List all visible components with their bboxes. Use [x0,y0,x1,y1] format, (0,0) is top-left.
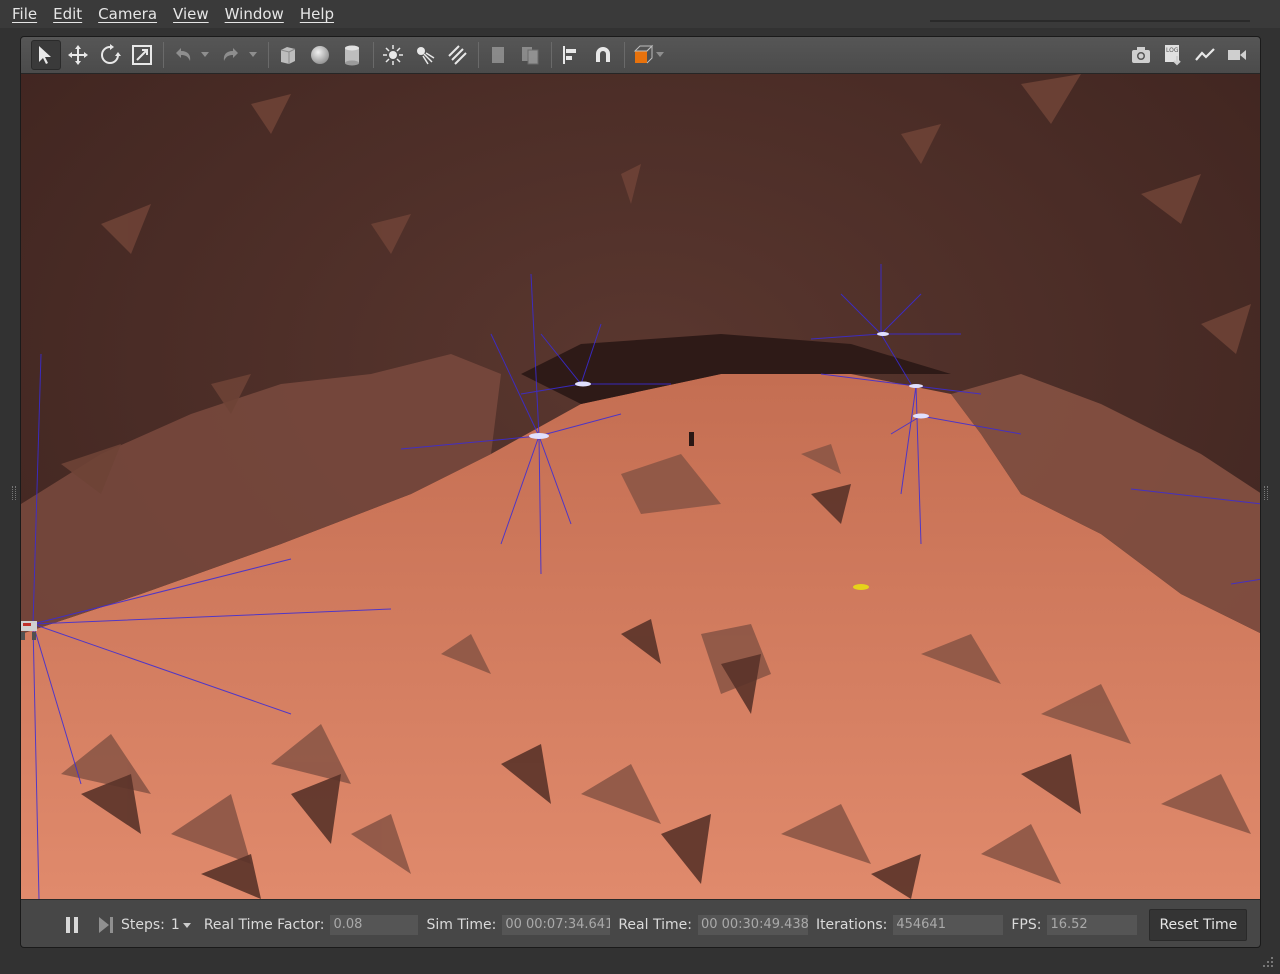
yellow-marker [853,584,869,590]
video-record-icon [1228,50,1246,60]
pause-button[interactable] [59,912,85,938]
view-angle-dropdown[interactable] [655,40,665,70]
toolbar-separator [478,42,479,68]
real-time-factor-value: 0.08 [330,914,419,935]
cylinder-shape-icon [345,45,359,66]
redo-history-dropdown[interactable] [248,40,258,70]
camera-icon [1132,47,1150,63]
scale-mode-button[interactable] [127,40,157,70]
select-icon [39,46,51,64]
pause-icon [66,916,78,933]
view-angle-icon [633,44,654,64]
rotate-mode-button[interactable] [95,40,125,70]
fps-value: 16.52 [1047,914,1138,935]
real-time-label: Real Time: [618,916,692,933]
menu-window[interactable]: Window [217,0,292,28]
toolbar-right-group: LOG [1126,40,1260,70]
iterations-value: 454641 [893,914,1004,935]
sim-time-value: 00 00:07:34.641 [502,914,611,935]
toolbar-separator [373,42,374,68]
plot-button[interactable] [1190,40,1220,70]
menu-edit[interactable]: Edit [45,0,90,28]
insert-box-button[interactable] [273,40,303,70]
render-window: LOG Steps: 1 Real Time Factor: 0.08 Sim … [20,36,1261,948]
fps-label: FPS: [1011,916,1042,933]
toolbar-separator [163,42,164,68]
cave-scene[interactable] [21,74,1261,899]
iterations-label: Iterations: [815,916,888,933]
right-splitter-handle[interactable] [1264,486,1268,500]
toolbar-separator [624,42,625,68]
reset-time-button[interactable]: Reset Time [1149,908,1248,941]
copy-icon [492,47,504,63]
box-shape-icon [280,47,296,64]
menu-camera[interactable]: Camera [90,0,165,28]
rotate-icon [101,44,121,64]
real-time-factor-label: Real Time Factor: [203,916,325,933]
align-icon [563,46,576,64]
magnet-icon [596,47,610,62]
chevron-down-icon [249,52,257,57]
toolbar-separator [268,42,269,68]
spot-light-icon [417,47,435,65]
undo-history-dropdown[interactable] [200,40,210,70]
sphere-shape-icon [311,46,329,64]
sim-time-label: Sim Time: [426,916,497,933]
toolbar-separator [551,42,552,68]
directional-light-icon [448,45,467,65]
menu-view[interactable]: View [165,0,217,28]
insert-sphere-button[interactable] [305,40,335,70]
copy-button[interactable] [483,40,513,70]
undo-icon [176,48,191,61]
translate-mode-button[interactable] [63,40,93,70]
log-icon-text: LOG [1166,47,1179,54]
undo-button[interactable] [168,40,198,70]
step-button[interactable] [95,912,117,938]
steps-label: Steps: [121,916,165,933]
status-bar: Steps: 1 Real Time Factor: 0.08 Sim Time… [21,899,1260,947]
insert-directional-light-button[interactable] [442,40,472,70]
menu-help[interactable]: Help [292,0,342,28]
align-button[interactable] [556,40,586,70]
insert-point-light-button[interactable] [378,40,408,70]
translate-icon [68,45,88,65]
point-light-icon [383,45,403,65]
chevron-down-icon [656,52,664,57]
toolbar: LOG [21,37,1260,74]
redo-button[interactable] [216,40,246,70]
screenshot-button[interactable] [1126,40,1156,70]
paste-button[interactable] [515,40,545,70]
resize-grip-icon[interactable] [1262,956,1274,968]
step-forward-icon [99,916,113,933]
select-mode-button[interactable] [31,40,61,70]
snap-button[interactable] [588,40,618,70]
plot-icon [1195,48,1215,61]
insert-cylinder-button[interactable] [337,40,367,70]
redo-icon [223,48,238,61]
scale-icon [132,45,152,65]
log-button[interactable]: LOG [1158,40,1188,70]
real-time-value: 00 00:30:49.438 [697,914,808,935]
person-figure [689,432,694,446]
3d-viewport[interactable] [21,74,1261,899]
menu-file[interactable]: File [4,0,45,28]
menu-bar: File Edit Camera View Window Help [0,0,1280,28]
insert-spot-light-button[interactable] [410,40,440,70]
menubar-divider [930,20,1250,22]
video-record-button[interactable] [1222,40,1252,70]
chevron-down-icon[interactable] [182,921,192,929]
left-splitter-handle[interactable] [12,486,16,500]
steps-value[interactable]: 1 [171,917,180,933]
paste-icon [522,47,539,65]
chevron-down-icon [201,52,209,57]
log-icon: LOG [1165,45,1181,66]
